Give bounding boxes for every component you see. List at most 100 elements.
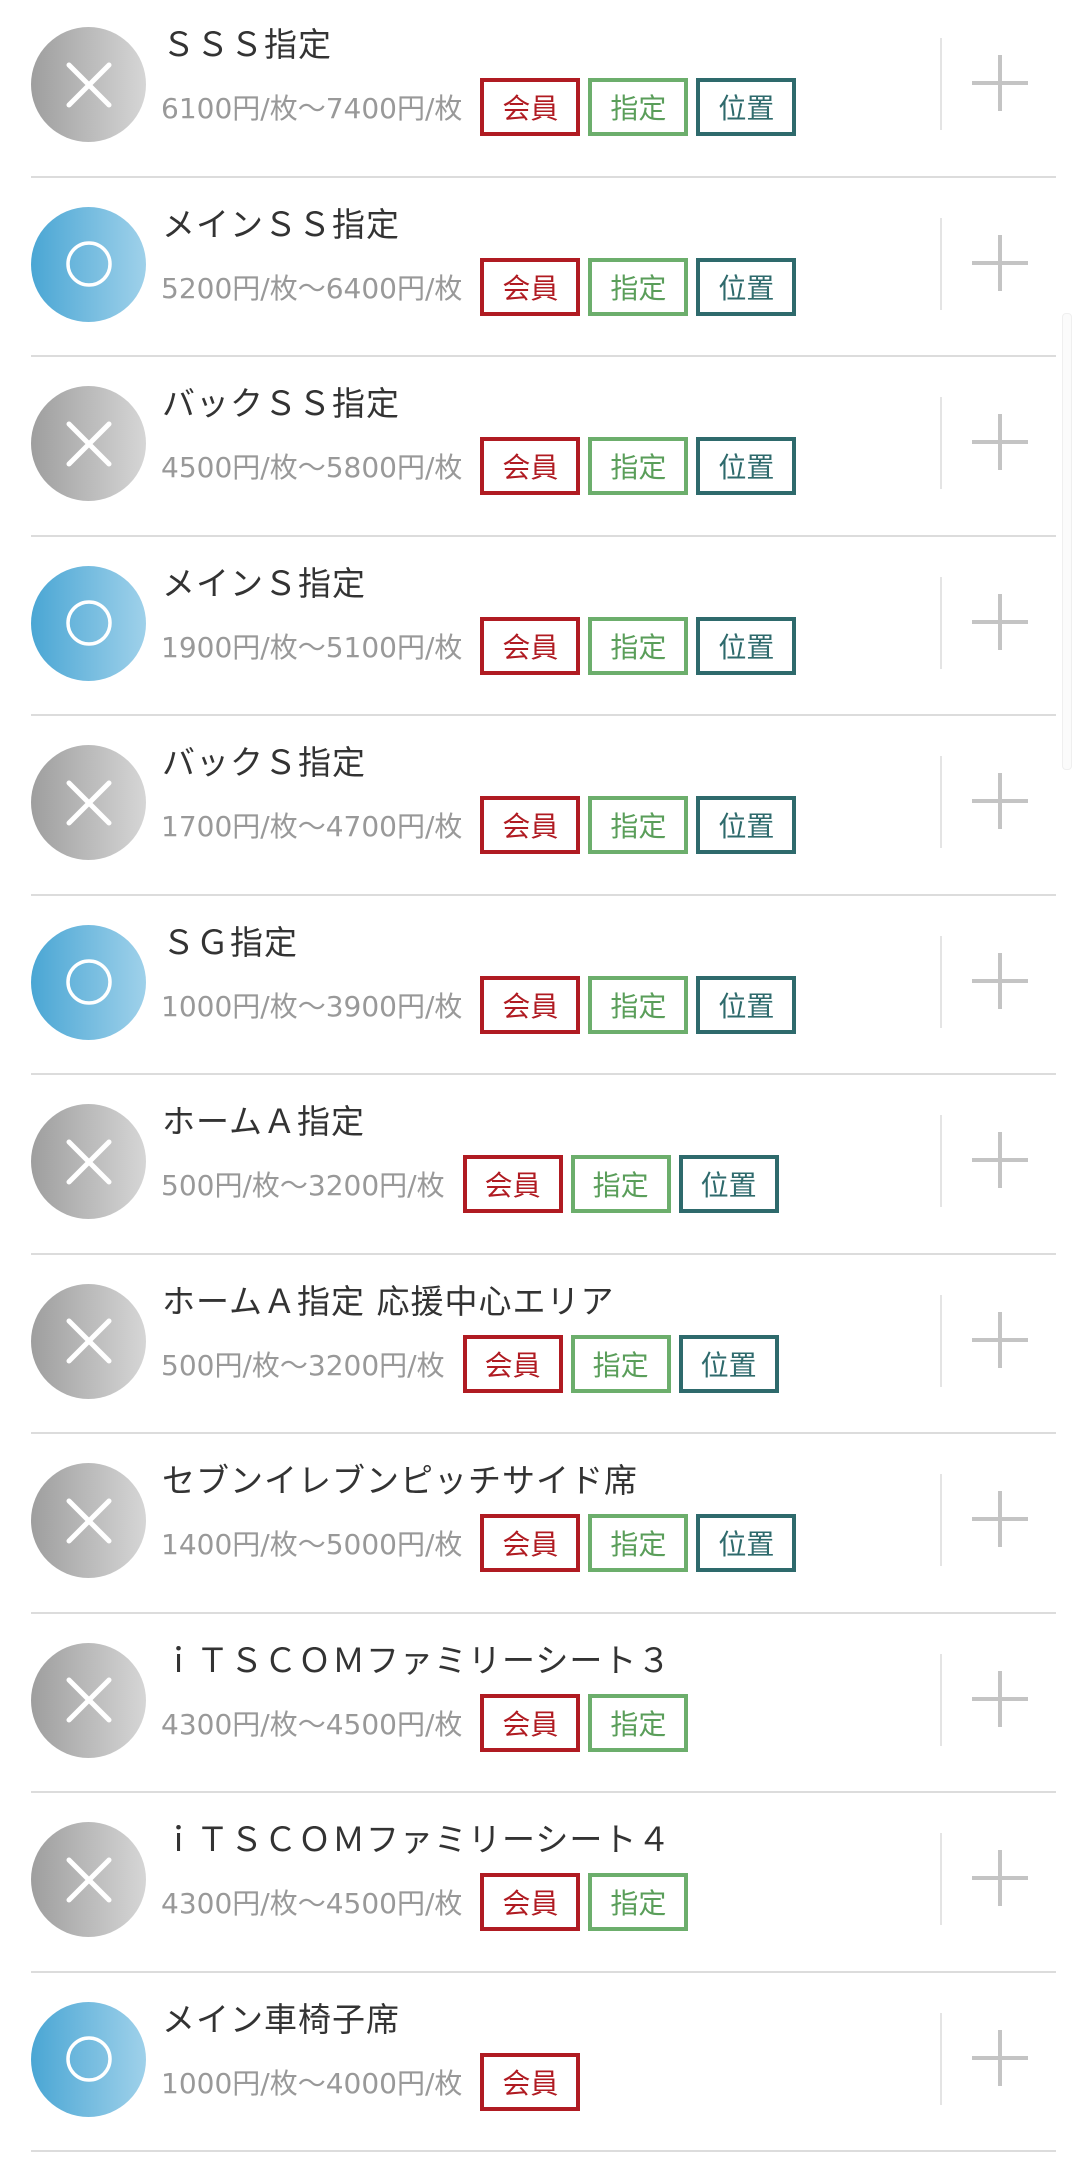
add-button[interactable] <box>960 50 1040 120</box>
member-tag: 会員 <box>480 1514 580 1572</box>
price-line: 1000円/枚〜4000円/枚会員 <box>161 2052 588 2112</box>
seat-name: バックＳ指定 <box>162 738 366 788</box>
member-tag: 会員 <box>480 258 580 316</box>
seat-row[interactable]: ｉＴＳＣＯＭファミリーシート３4300円/枚〜4500円/枚会員指定 <box>0 1616 1080 1799</box>
price-line: 1400円/枚〜5000円/枚会員指定位置 <box>161 1513 804 1573</box>
member-tag: 会員 <box>463 1155 563 1213</box>
available-circle-icon <box>31 566 146 681</box>
plus-icon <box>969 1129 1031 1195</box>
member-tag: 会員 <box>480 1694 580 1752</box>
seat-name: ｉＴＳＣＯＭファミリーシート３ <box>162 1636 671 1686</box>
add-button[interactable] <box>960 948 1040 1018</box>
seat-name: ＳＧ指定 <box>162 918 298 968</box>
seat-row[interactable]: セブンイレブンピッチサイド席 1400円/枚〜5000円/枚会員指定位置 <box>0 1436 1080 1619</box>
seat-name: ホームＡ指定 応援中心エリア <box>162 1277 615 1327</box>
price-range: 4500円/枚〜5800円/枚 <box>161 446 462 486</box>
seat-name: セブンイレブンピッチサイド席 <box>162 1456 638 1506</box>
row-divider <box>31 894 1056 896</box>
unavailable-x-icon <box>31 1284 146 1399</box>
plus-icon <box>969 1488 1031 1554</box>
designated-tag: 指定 <box>571 1335 671 1393</box>
add-button[interactable] <box>960 2025 1040 2095</box>
add-button[interactable] <box>960 1486 1040 1556</box>
vertical-divider <box>940 577 942 669</box>
designated-tag: 指定 <box>588 976 688 1034</box>
row-divider <box>31 1791 1056 1793</box>
add-button[interactable] <box>960 1845 1040 1915</box>
seat-row[interactable]: ホームＡ指定500円/枚〜3200円/枚会員指定位置 <box>0 1077 1080 1260</box>
member-tag: 会員 <box>480 976 580 1034</box>
unavailable-x-icon <box>31 1643 146 1758</box>
seat-name: バックＳＳ指定 <box>162 379 400 429</box>
position-tag: 位置 <box>696 1514 796 1572</box>
row-divider <box>31 714 1056 716</box>
vertical-divider <box>940 2013 942 2105</box>
price-range: 4300円/枚〜4500円/枚 <box>161 1703 462 1743</box>
price-line: 4300円/枚〜4500円/枚会員指定 <box>161 1872 696 1932</box>
vertical-divider <box>940 38 942 130</box>
row-divider <box>31 1073 1056 1075</box>
plus-icon <box>969 2027 1031 2093</box>
add-button[interactable] <box>960 1127 1040 1197</box>
price-line: 1700円/枚〜4700円/枚会員指定位置 <box>161 795 804 855</box>
add-button[interactable] <box>960 230 1040 300</box>
vertical-divider <box>940 1115 942 1207</box>
position-tag: 位置 <box>696 78 796 136</box>
seat-row[interactable]: ホームＡ指定 応援中心エリア 500円/枚〜3200円/枚会員指定位置 <box>0 1257 1080 1440</box>
add-button[interactable] <box>960 409 1040 479</box>
add-button[interactable] <box>960 768 1040 838</box>
position-tag: 位置 <box>696 258 796 316</box>
vertical-divider <box>940 1295 942 1387</box>
add-button[interactable] <box>960 1666 1040 1736</box>
vertical-divider <box>940 397 942 489</box>
seat-list: ＳＳＳ指定6100円/枚〜7400円/枚会員指定位置メインＳＳ指定5200円/枚… <box>0 0 1080 2157</box>
seat-name: ｉＴＳＣＯＭファミリーシート４ <box>162 1815 671 1865</box>
seat-row[interactable]: ＳＳＳ指定6100円/枚〜7400円/枚会員指定位置 <box>0 0 1080 183</box>
designated-tag: 指定 <box>588 1873 688 1931</box>
designated-tag: 指定 <box>588 78 688 136</box>
price-line: 5200円/枚〜6400円/枚会員指定位置 <box>161 257 804 317</box>
plus-icon <box>969 591 1031 657</box>
vertical-divider <box>940 1654 942 1746</box>
row-divider <box>31 535 1056 537</box>
plus-icon <box>969 1309 1031 1375</box>
price-line: 6100円/枚〜7400円/枚会員指定位置 <box>161 77 804 137</box>
price-line: 1000円/枚〜3900円/枚会員指定位置 <box>161 975 804 1035</box>
seat-row[interactable]: バックＳ指定 1700円/枚〜4700円/枚会員指定位置 <box>0 718 1080 901</box>
price-range: 5200円/枚〜6400円/枚 <box>161 267 462 307</box>
seat-row[interactable]: ｉＴＳＣＯＭファミリーシート４ 4300円/枚〜4500円/枚会員指定 <box>0 1795 1080 1978</box>
position-tag: 位置 <box>696 437 796 495</box>
vertical-divider <box>940 936 942 1028</box>
unavailable-x-icon <box>31 386 146 501</box>
plus-icon <box>969 411 1031 477</box>
row-divider <box>31 355 1056 357</box>
row-divider <box>31 1253 1056 1255</box>
add-button[interactable] <box>960 1307 1040 1377</box>
member-tag: 会員 <box>480 796 580 854</box>
available-circle-icon <box>31 2002 146 2117</box>
position-tag: 位置 <box>679 1155 779 1213</box>
member-tag: 会員 <box>463 1335 563 1393</box>
unavailable-x-icon <box>31 1822 146 1937</box>
add-button[interactable] <box>960 589 1040 659</box>
price-range: 1400円/枚〜5000円/枚 <box>161 1523 462 1563</box>
member-tag: 会員 <box>480 1873 580 1931</box>
scrollbar[interactable] <box>1062 313 1072 770</box>
seat-row[interactable]: メイン車椅子席1000円/枚〜4000円/枚会員 <box>0 1975 1080 2157</box>
seat-row[interactable]: バックＳＳ指定4500円/枚〜5800円/枚会員指定位置 <box>0 359 1080 542</box>
plus-icon <box>969 52 1031 118</box>
price-line: 1900円/枚〜5100円/枚会員指定位置 <box>161 616 804 676</box>
designated-tag: 指定 <box>588 617 688 675</box>
member-tag: 会員 <box>480 617 580 675</box>
seat-name: メインＳ指定 <box>162 559 366 609</box>
unavailable-x-icon <box>31 27 146 142</box>
price-line: 500円/枚〜3200円/枚会員指定位置 <box>161 1334 787 1394</box>
seat-row[interactable]: メインＳＳ指定5200円/枚〜6400円/枚会員指定位置 <box>0 180 1080 363</box>
position-tag: 位置 <box>679 1335 779 1393</box>
row-divider <box>31 2150 1056 2152</box>
price-range: 1000円/枚〜4000円/枚 <box>161 2062 462 2102</box>
plus-icon <box>969 232 1031 298</box>
seat-row[interactable]: メインＳ指定 1900円/枚〜5100円/枚会員指定位置 <box>0 539 1080 722</box>
seat-row[interactable]: ＳＧ指定 1000円/枚〜3900円/枚会員指定位置 <box>0 898 1080 1081</box>
unavailable-x-icon <box>31 1463 146 1578</box>
